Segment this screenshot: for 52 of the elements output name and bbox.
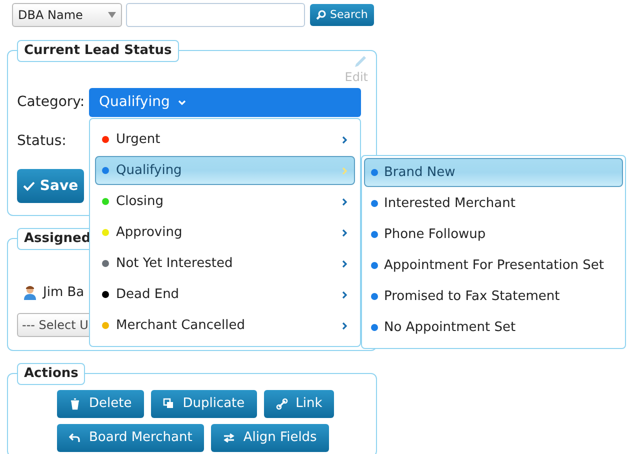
category-option[interactable]: Qualifying xyxy=(95,156,355,185)
action-button[interactable]: Align Fields xyxy=(211,424,329,452)
action-button[interactable]: Delete xyxy=(57,390,144,418)
chevron-right-icon xyxy=(342,228,348,236)
person-icon xyxy=(23,284,37,301)
swap-icon xyxy=(223,432,236,444)
link-icon xyxy=(276,398,288,410)
chevron-right-icon xyxy=(342,198,348,206)
category-select[interactable]: Qualifying xyxy=(89,88,361,117)
trash-icon xyxy=(69,398,81,410)
section-legend: Current Lead Status xyxy=(17,40,179,62)
field-select[interactable]: DBA Name xyxy=(12,3,122,27)
chevron-right-icon xyxy=(342,136,348,144)
bullet-icon xyxy=(371,231,378,238)
action-button[interactable]: Board Merchant xyxy=(57,424,204,452)
chevron-right-icon xyxy=(342,290,348,298)
category-label: Category: xyxy=(17,93,86,112)
category-option[interactable]: Closing xyxy=(95,187,355,216)
dropdown-arrow-icon xyxy=(108,12,116,18)
bullet-icon xyxy=(371,169,378,176)
status-label: Status: xyxy=(17,132,66,151)
chevron-down-icon xyxy=(178,100,186,106)
search-field[interactable] xyxy=(126,3,305,27)
category-option[interactable]: Urgent xyxy=(95,125,355,154)
bullet-icon xyxy=(371,200,378,207)
section-legend: Actions xyxy=(17,363,86,385)
pencil-icon[interactable] xyxy=(352,54,368,70)
bullet-icon xyxy=(371,262,378,269)
status-option[interactable]: Phone Followup xyxy=(364,220,623,249)
status-option[interactable]: Interested Merchant xyxy=(364,189,623,218)
chevron-right-icon xyxy=(342,166,348,174)
undo-icon xyxy=(69,432,81,444)
search-icon xyxy=(316,10,326,20)
status-option[interactable]: Appointment For Presentation Set xyxy=(364,251,623,280)
category-option[interactable]: Approving xyxy=(95,218,355,247)
user-name: Jim Ba xyxy=(43,284,84,302)
status-option[interactable]: Brand New xyxy=(364,158,623,187)
category-option[interactable]: Not Yet Interested xyxy=(95,249,355,278)
chevron-right-icon xyxy=(342,322,348,330)
check-icon xyxy=(22,181,35,191)
action-button[interactable]: Link xyxy=(264,390,334,418)
status-option[interactable]: Promised to Fax Statement xyxy=(364,282,623,311)
bullet-icon xyxy=(371,293,378,300)
copy-icon xyxy=(162,398,175,410)
status-option[interactable]: No Appointment Set xyxy=(364,313,623,342)
chevron-right-icon xyxy=(342,260,348,268)
search-button[interactable]: Search xyxy=(310,4,374,26)
category-option[interactable]: Merchant Cancelled xyxy=(95,311,355,340)
save-button[interactable]: Save xyxy=(17,169,84,203)
category-option[interactable]: Dead End xyxy=(95,280,355,309)
bullet-icon xyxy=(371,324,378,331)
action-button[interactable]: Duplicate xyxy=(150,390,257,418)
